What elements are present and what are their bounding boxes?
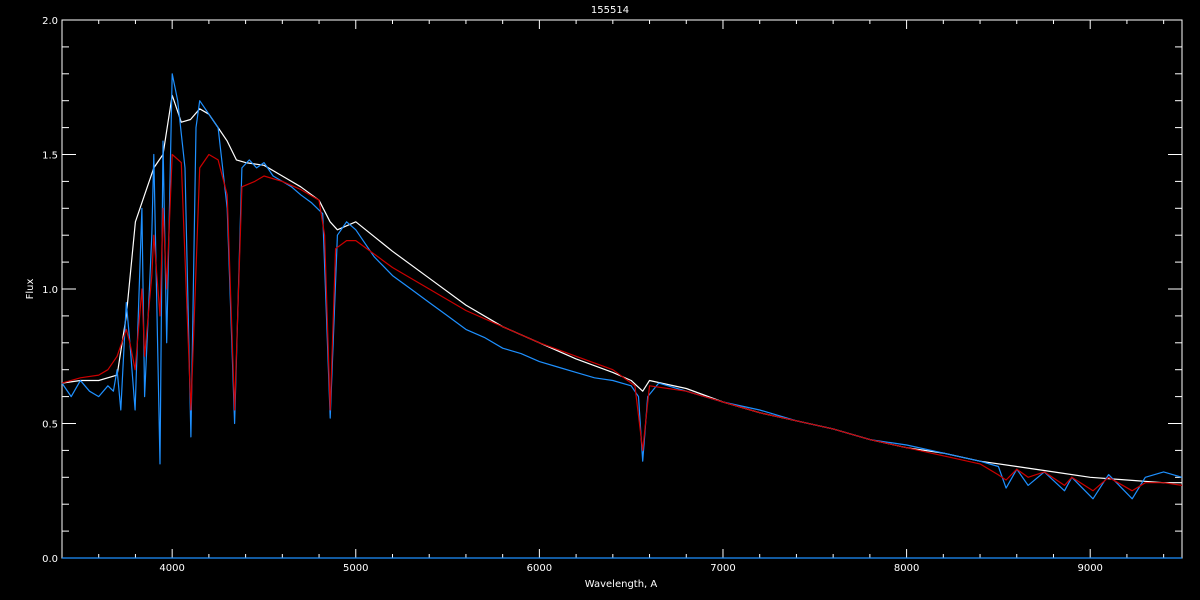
y-tick-label: 1.0: [42, 285, 58, 296]
y-axis: 0.0 0.5 1.0 1.5 2.0: [42, 16, 1182, 565]
x-axis: 4000 5000 6000 7000 8000 9000: [61, 20, 1165, 574]
chart-title: 155514: [591, 5, 629, 16]
x-tick-label: 4000: [159, 563, 184, 574]
x-tick-label: 8000: [894, 563, 919, 574]
series-line-2: [61, 153, 1183, 492]
series-layer: [61, 73, 1183, 559]
x-tick-label: 7000: [710, 563, 735, 574]
x-tick-label: 9000: [1077, 563, 1102, 574]
y-tick-label: 1.5: [42, 151, 58, 162]
x-tick-label: 6000: [527, 563, 552, 574]
x-axis-label: Wavelength, A: [585, 579, 658, 590]
x-tick-label: 5000: [343, 563, 368, 574]
y-tick-label: 2.0: [42, 16, 58, 27]
y-axis-label: Flux: [25, 279, 36, 300]
y-tick-label: 0.0: [42, 554, 58, 565]
chart: 155514 4000 5000 6000 7000 8000 9000 0.0 0.5 1.…: [25, 5, 1183, 590]
y-tick-label: 0.5: [42, 420, 58, 431]
